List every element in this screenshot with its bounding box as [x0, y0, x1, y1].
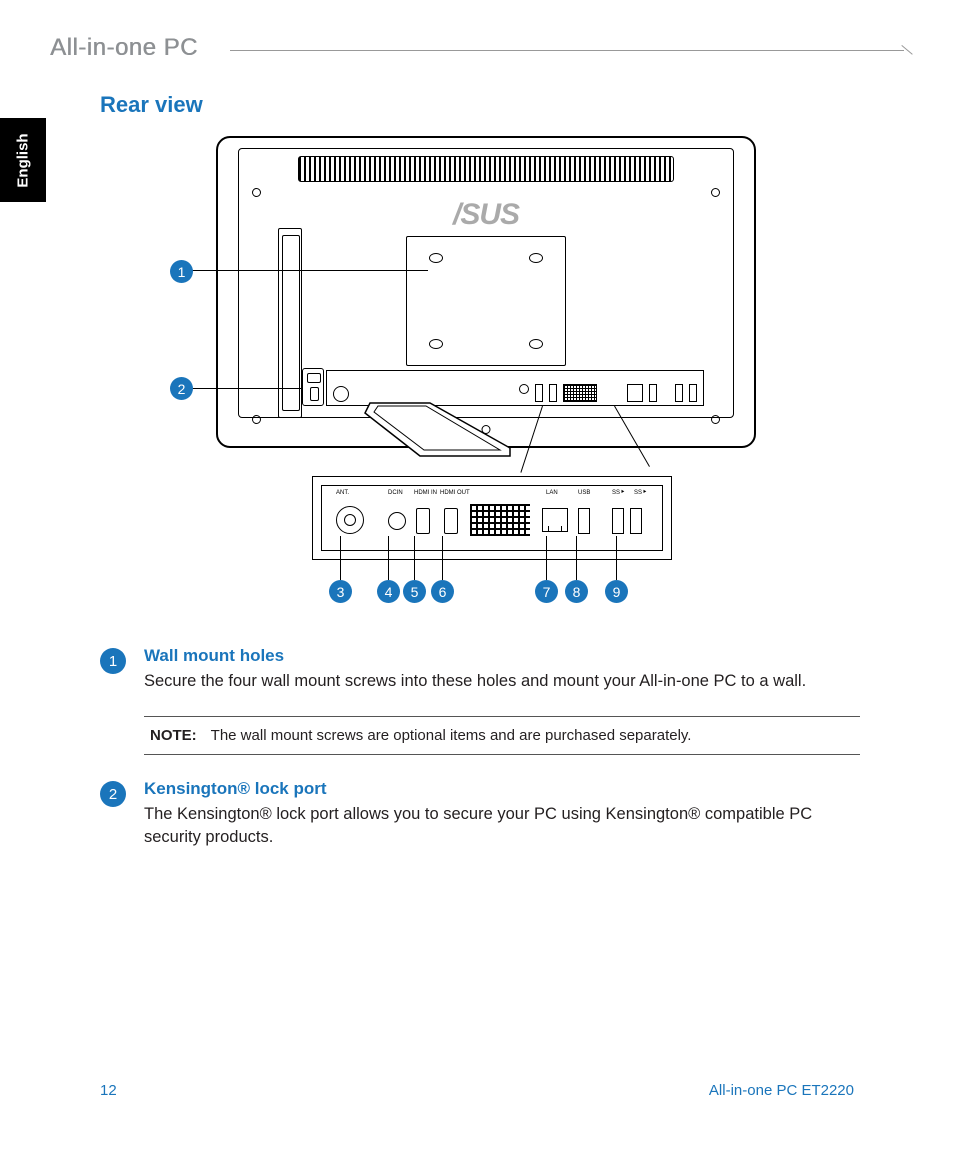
item-1-title: Wall mount holes — [144, 646, 860, 666]
callout-1: 1 — [170, 260, 193, 283]
port-zoom-panel: ANT. DCIN HDMI IN HDMI OUT LAN USB SS⯈ S… — [312, 476, 672, 560]
content-area: 1 Wall mount holes Secure the four wall … — [100, 646, 860, 872]
kensington-slot-icon — [302, 368, 324, 406]
callout-4: 4 — [377, 580, 400, 603]
language-tab-label: English — [15, 133, 32, 187]
item-2-desc: The Kensington® lock port allows you to … — [144, 803, 860, 848]
note-text: The wall mount screws are optional items… — [211, 727, 692, 744]
callout-6: 6 — [431, 580, 454, 603]
item-1: 1 Wall mount holes Secure the four wall … — [100, 646, 860, 692]
callout-9: 9 — [605, 580, 628, 603]
item-1-marker: 1 — [100, 648, 126, 674]
callout-2: 2 — [170, 377, 193, 400]
asus-logo: /SUS — [453, 198, 519, 232]
item-2-title: Kensington® lock port — [144, 779, 860, 799]
language-tab: English — [0, 118, 46, 202]
page-header: All-in-one PC — [50, 34, 954, 64]
callout-5: 5 — [403, 580, 426, 603]
side-slot — [278, 228, 302, 418]
page-number: 12 — [100, 1082, 117, 1099]
rear-view-diagram: /SUS — [160, 136, 770, 616]
header-rule — [230, 50, 904, 51]
item-2-marker: 2 — [100, 781, 126, 807]
section-title: Rear view — [100, 92, 203, 118]
note-label: NOTE: — [150, 727, 197, 744]
callout-8: 8 — [565, 580, 588, 603]
callout-7: 7 — [535, 580, 558, 603]
note-box: NOTE: The wall mount screws are optional… — [144, 716, 860, 755]
item-1-desc: Secure the four wall mount screws into t… — [144, 670, 860, 692]
header-title: All-in-one PC — [50, 34, 954, 62]
stand-outline — [360, 398, 520, 462]
page-footer: 12 All-in-one PC ET2220 — [100, 1082, 854, 1099]
vesa-plate — [406, 236, 566, 366]
item-2: 2 Kensington® lock port The Kensington® … — [100, 779, 860, 848]
callout-3: 3 — [329, 580, 352, 603]
footer-model: All-in-one PC ET2220 — [709, 1082, 854, 1099]
vent-grille — [298, 156, 674, 182]
